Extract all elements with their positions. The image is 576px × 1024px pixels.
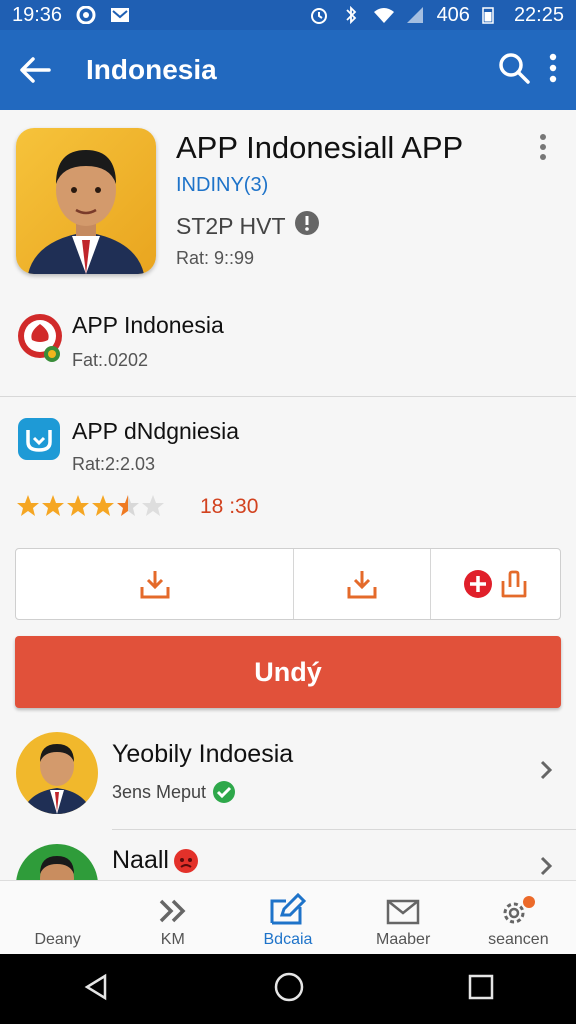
share-icon	[501, 570, 526, 598]
divider	[0, 396, 576, 397]
avatar	[16, 844, 98, 880]
add-circle-icon	[463, 570, 492, 598]
app-bar: Indonesia	[0, 30, 576, 110]
square-recents-icon	[468, 974, 494, 999]
bluetooth-icon	[341, 5, 361, 25]
status-clock: 22:25	[513, 3, 564, 26]
action-bar	[15, 548, 561, 620]
star-half-icon	[117, 495, 139, 516]
download-button[interactable]	[16, 549, 294, 619]
avatar	[16, 732, 98, 814]
primary-action-button[interactable]: Undý	[15, 636, 561, 708]
nav-item-bdcaia[interactable]: Bdcaia	[230, 881, 345, 955]
row-subtitle: Rat:2:2.03	[72, 454, 156, 474]
hero-subtitle[interactable]: INDINY(3)	[176, 174, 268, 197]
star-empty-icon	[142, 495, 164, 516]
add-share-button[interactable]	[431, 549, 560, 619]
star-icon	[42, 495, 64, 516]
info-icon[interactable]	[294, 210, 320, 242]
system-navigation-bar	[0, 954, 576, 1024]
list-item-name: Naall	[112, 846, 169, 874]
person-portrait-icon	[28, 150, 144, 274]
more-vertical-icon	[549, 53, 557, 82]
list-item-detail: 3ens Meput	[112, 780, 236, 804]
nav-item-seancen[interactable]: seancen	[461, 881, 576, 955]
settings-gear-icon	[503, 896, 536, 924]
hero-meta-text: ST2P HVT	[176, 212, 286, 239]
triangle-back-icon	[84, 973, 107, 1000]
battery-icon	[482, 6, 502, 24]
system-home-button[interactable]	[273, 971, 305, 1008]
nav-item-label: Maaber	[376, 931, 431, 948]
blue-app-icon	[16, 416, 64, 464]
hero-more-button[interactable]	[538, 132, 558, 162]
star-icon	[92, 495, 114, 516]
row-title: APP Indonesia	[72, 312, 224, 338]
back-button[interactable]	[0, 30, 70, 110]
list-item-name: Yeobily Indoesia	[112, 740, 294, 768]
hero-avatar[interactable]	[16, 128, 156, 274]
nav-item-deany[interactable]: Deany	[0, 881, 115, 955]
list-item-detail-text: 3ens Meput	[112, 781, 207, 802]
star-icon	[67, 495, 89, 516]
arrow-left-icon	[20, 57, 51, 83]
nav-item-label: Bdcaia	[263, 931, 313, 948]
system-back-button[interactable]	[81, 972, 111, 1007]
wifi-icon	[373, 6, 394, 24]
list-item[interactable]: APP Indonesia Fat:.0202	[0, 302, 576, 398]
nav-item-label: seancen	[488, 931, 549, 948]
download-icon	[347, 571, 377, 599]
edit-icon	[270, 893, 307, 925]
more-vertical-icon	[540, 134, 546, 160]
status-time: 19:36	[12, 3, 63, 26]
nav-item-label: Deany	[34, 931, 81, 948]
overflow-menu-button[interactable]	[548, 53, 558, 88]
chevron-right-icon	[538, 854, 554, 878]
hero-rating: Rat: 9::99	[176, 248, 255, 268]
search-icon	[499, 52, 530, 84]
signal-icon	[405, 6, 425, 24]
camera-notification-icon	[76, 5, 96, 25]
list-item-name-wrap: Naall	[112, 846, 199, 875]
double-chevron-right-icon	[159, 899, 186, 923]
circle-home-icon	[274, 972, 304, 1001]
bottom-navigation: Deany KM Bdcaia Maaber seancen	[0, 880, 576, 954]
search-button[interactable]	[498, 52, 530, 89]
alarm-icon	[309, 6, 329, 24]
rating-time: 18 :30	[200, 495, 259, 518]
status-bar: 19:36 406 22:25	[0, 0, 576, 30]
star-rating	[16, 494, 165, 518]
hero-meta: ST2P HVT	[176, 210, 320, 242]
red-app-icon	[16, 310, 64, 362]
download-secondary-button[interactable]	[294, 549, 431, 619]
system-recents-button[interactable]	[467, 973, 495, 1006]
nav-item-maaber[interactable]: Maaber	[346, 881, 461, 955]
row-title: APP dNdgniesia	[72, 418, 240, 444]
gmail-notification-icon	[110, 6, 130, 24]
list-item[interactable]: APP dNdgniesia Rat:2:2.03	[0, 408, 576, 488]
mail-icon	[386, 899, 420, 925]
list-item[interactable]: Naall	[0, 836, 576, 880]
content-area: APP Indonesiall APP INDINY(3) ST2P HVT R…	[0, 110, 576, 880]
hero-title: APP Indonesiall APP	[176, 130, 464, 165]
page-title: Indonesia	[86, 54, 217, 85]
chevron-right-icon	[538, 758, 554, 782]
battery-percent: 406	[436, 3, 470, 26]
nav-item-km[interactable]: KM	[115, 881, 230, 955]
verified-check-icon	[213, 781, 236, 803]
angry-emoji-icon	[173, 848, 198, 873]
row-subtitle: Fat:.0202	[72, 350, 149, 370]
divider	[112, 829, 576, 830]
list-item[interactable]: Yeobily Indoesia 3ens Meput	[0, 726, 576, 822]
star-icon	[17, 495, 39, 516]
nav-item-label: KM	[160, 931, 185, 948]
download-icon	[140, 571, 169, 599]
hero-card: APP Indonesiall APP INDINY(3) ST2P HVT R…	[0, 110, 576, 290]
